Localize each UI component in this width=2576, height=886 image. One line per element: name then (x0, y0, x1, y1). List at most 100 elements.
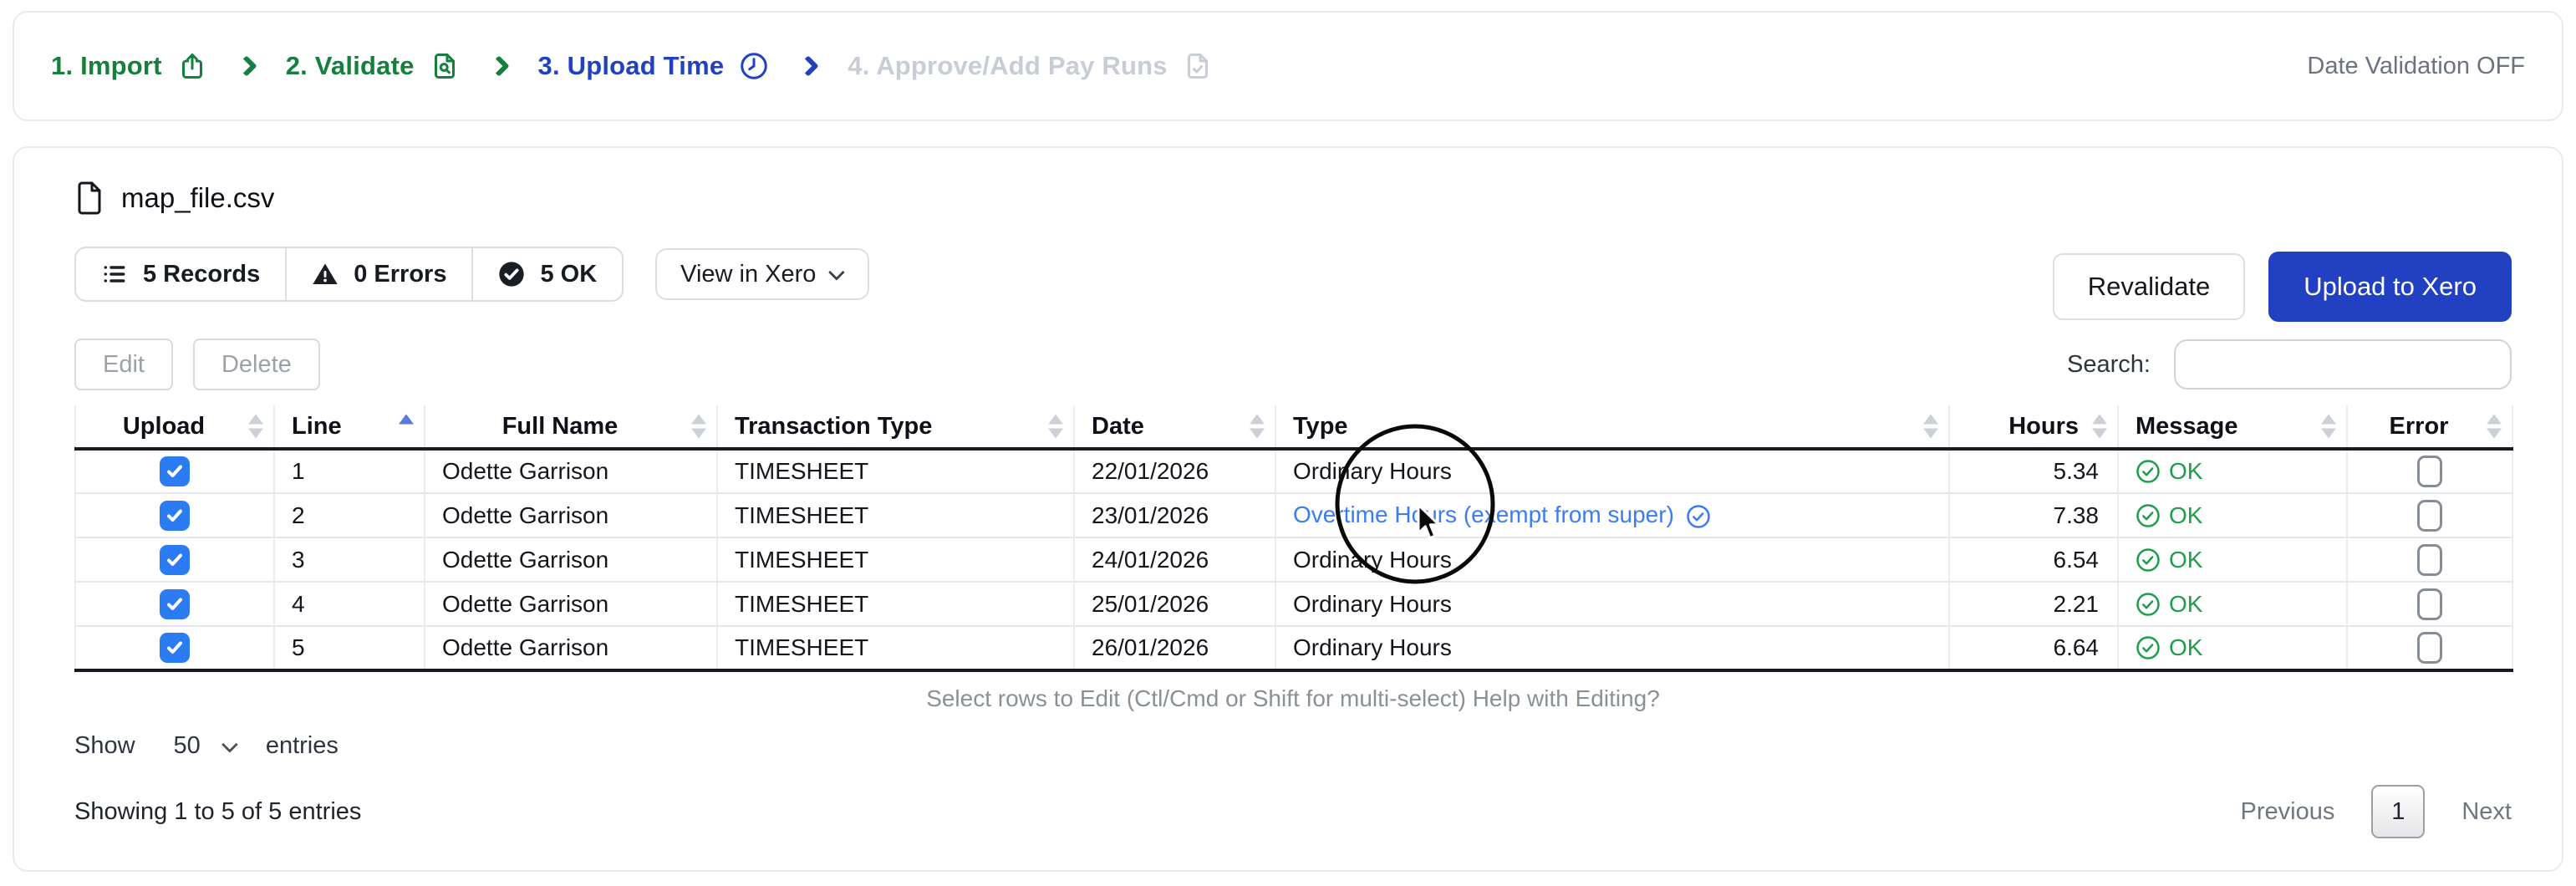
upload-to-xero-button[interactable]: Upload to Xero (2268, 252, 2512, 322)
stepper-bar: 1. Import 2. Validate 3. Upload Time 4. … (13, 11, 2563, 121)
table-body: 1 Odette Garrison TIMESHEET 22/01/2026 Ordin… (74, 449, 2513, 670)
file-title: map_file.csv (74, 180, 2512, 216)
entries-summary: Showing 1 to 5 of 5 entries (74, 797, 362, 825)
type-value: Ordinary Hours (1293, 634, 1452, 660)
chevron-right-icon (797, 55, 820, 77)
hours-cell: 6.64 (1948, 626, 2118, 670)
table-row[interactable]: 3 Odette Garrison TIMESHEET 24/01/2026 Ordin… (74, 537, 2513, 582)
transaction-type-cell: TIMESHEET (716, 449, 1074, 493)
timesheet-table: Upload Line Full Name Transaction Type D… (74, 405, 2513, 672)
stepper: 1. Import 2. Validate 3. Upload Time 4. … (51, 51, 1213, 81)
date-validation-status: Date Validation OFF (2307, 52, 2525, 79)
full-name-cell: Odette Garrison (424, 626, 717, 670)
type-cell: Ordinary Hours (1275, 537, 1949, 582)
chevron-right-icon (487, 55, 510, 77)
step-approve: 4. Approve/Add Pay Runs (848, 51, 1212, 81)
message-value: OK (2169, 502, 2203, 528)
date-cell: 24/01/2026 (1073, 537, 1275, 582)
line-cell: 1 (273, 449, 425, 493)
step-validate-label: 2. Validate (285, 51, 415, 80)
column-header-upload[interactable]: Upload (74, 405, 274, 449)
message-value: OK (2169, 546, 2203, 573)
revalidate-button[interactable]: Revalidate (2052, 253, 2246, 320)
hours-cell: 7.38 (1948, 493, 2118, 537)
column-header-message[interactable]: Message (2117, 405, 2347, 449)
sort-icon (691, 414, 706, 439)
table-row[interactable]: 4 Odette Garrison TIMESHEET 25/01/2026 Ordin… (74, 582, 2513, 626)
column-header-transaction-type[interactable]: Transaction Type (716, 405, 1074, 449)
sort-icon (248, 414, 263, 439)
message-value: OK (2169, 458, 2203, 484)
page-number-button[interactable]: 1 (2371, 785, 2426, 838)
view-in-xero-button[interactable]: View in Xero (655, 248, 870, 300)
entries-label: entries (265, 732, 339, 759)
upload-checkbox[interactable] (160, 500, 190, 531)
document-check-icon (1187, 53, 1208, 79)
date-cell: 22/01/2026 (1073, 449, 1275, 493)
message-cell: OK (2117, 582, 2347, 626)
records-badge-label: 5 Records (143, 260, 261, 288)
step-approve-label: 4. Approve/Add Pay Runs (848, 51, 1168, 80)
chevron-down-icon (221, 736, 238, 753)
error-checkbox[interactable] (2417, 456, 2442, 487)
check-icon (167, 553, 182, 566)
step-validate[interactable]: 2. Validate (286, 51, 460, 81)
show-label: Show (74, 732, 135, 759)
search-input[interactable] (2174, 339, 2512, 390)
full-name-cell: Odette Garrison (424, 449, 717, 493)
upload-checkbox[interactable] (160, 588, 190, 619)
edit-hint: Select rows to Edit (Ctl/Cmd or Shift fo… (926, 685, 1660, 711)
transaction-type-cell: TIMESHEET (716, 493, 1074, 537)
column-header-error[interactable]: Error (2346, 405, 2513, 449)
warning-icon (313, 263, 338, 284)
page-size-select[interactable]: 50 (173, 732, 238, 760)
type-value: Ordinary Hours (1293, 458, 1452, 484)
upload-checkbox[interactable] (160, 544, 190, 575)
hours-cell: 5.34 (1948, 449, 2118, 493)
transaction-type-cell: TIMESHEET (716, 537, 1074, 582)
column-header-full-name[interactable]: Full Name (424, 405, 717, 449)
next-page-button[interactable]: Next (2461, 798, 2512, 826)
message-value: OK (2169, 590, 2203, 617)
type-cell: Overtime Hours (exempt from super) (1275, 493, 1949, 537)
previous-page-button[interactable]: Previous (2241, 798, 2335, 826)
step-import[interactable]: 1. Import (51, 51, 207, 81)
sort-icon (1048, 414, 1063, 439)
table-row[interactable]: 2 Odette Garrison TIMESHEET 23/01/2026 Overt… (74, 493, 2513, 537)
sort-icon (1923, 414, 1938, 439)
upload-checkbox[interactable] (160, 456, 190, 486)
transaction-type-cell: TIMESHEET (716, 582, 1074, 626)
edit-button[interactable]: Edit (74, 339, 173, 390)
message-cell: OK (2117, 626, 2347, 670)
column-header-line[interactable]: Line (273, 405, 425, 449)
document-search-icon (434, 53, 455, 79)
message-cell: OK (2117, 537, 2347, 582)
error-checkbox[interactable] (2417, 632, 2442, 664)
upload-checkbox[interactable] (160, 633, 190, 663)
table-row[interactable]: 1 Odette Garrison TIMESHEET 22/01/2026 Ordin… (74, 449, 2513, 493)
table-row[interactable]: 5 Odette Garrison TIMESHEET 26/01/2026 Ordin… (74, 626, 2513, 670)
check-circle-icon (2136, 460, 2160, 483)
column-header-date[interactable]: Date (1073, 405, 1275, 449)
search-label: Search: (2067, 350, 2151, 378)
chevron-right-icon (235, 55, 257, 77)
type-link[interactable]: Overtime Hours (exempt from super) (1293, 502, 1674, 527)
check-icon (167, 641, 182, 654)
error-checkbox[interactable] (2417, 588, 2442, 620)
column-header-hours[interactable]: Hours (1948, 405, 2118, 449)
step-upload-time-label: 3. Upload Time (537, 51, 725, 80)
transaction-type-cell: TIMESHEET (716, 626, 1074, 670)
error-checkbox[interactable] (2417, 543, 2442, 576)
message-value: OK (2169, 634, 2203, 660)
list-icon (104, 266, 125, 283)
summary-badges: 5 Records 0 Errors 5 OK (74, 247, 624, 302)
sort-icon (2092, 414, 2107, 439)
page-size-value: 50 (173, 732, 201, 759)
type-cell: Ordinary Hours (1275, 582, 1949, 626)
step-upload-time[interactable]: 3. Upload Time (538, 51, 770, 81)
view-in-xero-label: View in Xero (680, 260, 817, 288)
file-icon (78, 181, 101, 215)
delete-button[interactable]: Delete (192, 339, 320, 390)
column-header-type[interactable]: Type (1275, 405, 1949, 449)
error-checkbox[interactable] (2417, 499, 2442, 532)
